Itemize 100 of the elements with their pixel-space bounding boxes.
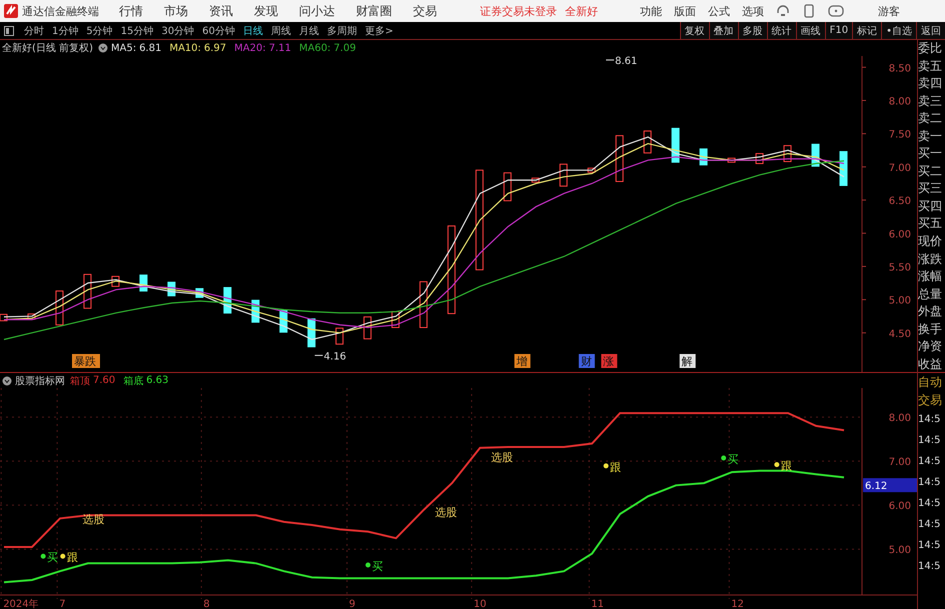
candlestick	[560, 164, 568, 187]
toolbar-button[interactable]: 多股	[738, 22, 767, 39]
menu-item[interactable]: 行情	[119, 2, 143, 20]
headset-icon[interactable]	[776, 4, 790, 18]
period-tab[interactable]: 15分钟	[116, 24, 158, 38]
quote-label: 净资	[918, 338, 943, 354]
legend-label: MA60:	[299, 42, 331, 54]
price-tag: 6.12	[863, 478, 917, 492]
quote-label: 收益	[918, 356, 943, 372]
menu-item[interactable]: 资讯	[209, 2, 233, 20]
signal-label: 选股	[491, 451, 514, 464]
candlestick	[84, 274, 92, 309]
message-icon[interactable]	[828, 5, 844, 17]
quote-label: 卖一	[918, 128, 943, 144]
axis-label: 5.50	[888, 262, 911, 274]
toolbar-button[interactable]: •自选	[881, 22, 916, 39]
axis-label: 10	[474, 599, 486, 609]
toolbar-button[interactable]: 复权	[680, 22, 709, 39]
trade-label: 交易	[918, 392, 943, 409]
legend-value: 7.09	[334, 42, 356, 54]
quote-label: 买三	[918, 180, 943, 196]
user-label[interactable]: 游客	[878, 4, 900, 18]
candlestick	[840, 151, 848, 186]
menu-item[interactable]: 问小达	[299, 2, 335, 20]
menu-item[interactable]: 版面	[674, 4, 696, 18]
menu-item[interactable]: 财富圈	[356, 2, 392, 20]
axis-label: 4.50	[888, 328, 911, 340]
trade-time: 14:5	[918, 455, 942, 469]
trade-time: 14:5	[918, 497, 942, 511]
period-tab[interactable]: 日线	[238, 24, 267, 38]
menu-item[interactable]: 市场	[164, 2, 188, 20]
period-tab[interactable]: 多周期	[322, 24, 361, 38]
period-tab[interactable]: 更多>	[360, 24, 398, 38]
axis-label: 8.50	[888, 63, 911, 74]
annotation: 8.61	[615, 56, 638, 67]
candlestick	[504, 172, 512, 202]
event-tag[interactable]: 财	[578, 354, 595, 368]
annotation: 4.16	[324, 351, 346, 362]
toolbar-button[interactable]: F10	[824, 22, 852, 39]
quote-label: 买一	[918, 145, 943, 162]
quote-label: 买四	[918, 198, 943, 214]
trade-time: 14:5	[918, 518, 942, 532]
app-logo-icon	[4, 4, 18, 18]
legend-label: MA20:	[234, 42, 266, 54]
axis-label: 9	[349, 599, 356, 609]
period-tab[interactable]: 5分钟	[82, 24, 117, 38]
legend-label: 箱底	[123, 374, 144, 388]
menu-item[interactable]: 选项	[742, 4, 764, 18]
candlestick	[644, 130, 652, 154]
trade-time: 14:5	[918, 560, 942, 574]
stock-name: 全新好	[565, 4, 598, 18]
event-tag[interactable]: 涨	[601, 354, 618, 368]
axis-label: 8.00	[888, 96, 911, 108]
menu-item[interactable]: 交易	[413, 2, 437, 20]
event-tag[interactable]: 增	[514, 354, 530, 368]
panel-toggle-icon[interactable]	[4, 26, 14, 36]
period-tab[interactable]: 分时	[20, 24, 48, 38]
login-notice[interactable]: 证券交易未登录	[480, 4, 557, 18]
axis-label: 12	[731, 599, 744, 609]
phone-icon[interactable]	[804, 4, 814, 18]
quote-label: 总量	[918, 286, 943, 302]
toolbar-button[interactable]: 画线	[796, 22, 825, 39]
period-tab[interactable]: 月线	[294, 24, 323, 38]
indicator-title: 股票指标网	[15, 374, 65, 388]
trade-time: 14:5	[918, 413, 942, 427]
axis-label: 6.00	[888, 229, 911, 240]
axis-label: 7.50	[888, 130, 911, 141]
quote-label: 现价	[918, 233, 943, 250]
quote-label: 涨幅	[918, 268, 943, 284]
signal-label: 选股	[435, 506, 458, 520]
quote-label: 卖五	[918, 58, 943, 74]
quote-label: 买五	[918, 215, 943, 232]
trade-time: 14:5	[918, 476, 942, 490]
period-tab[interactable]: 周线	[266, 24, 295, 38]
menu-item[interactable]: 公式	[708, 4, 730, 18]
legend-value: 7.11	[268, 42, 292, 54]
axis-label: 6.50	[888, 196, 911, 208]
quote-label: 换手	[918, 320, 943, 337]
period-tab[interactable]: 60分钟	[198, 24, 239, 38]
axis-label: 6.00	[888, 501, 911, 512]
quote-label: 外盘	[918, 303, 943, 320]
toolbar-button[interactable]: 叠加	[708, 22, 738, 39]
chart-title: 全新好(日线 前复权)	[2, 42, 93, 55]
axis-label: 11	[591, 599, 604, 609]
toolbar-button[interactable]: 返回	[916, 22, 945, 39]
event-tag[interactable]: 解	[680, 354, 696, 368]
legend-value: 6.97	[204, 42, 226, 54]
menu-item[interactable]: 发现	[254, 2, 278, 20]
quote-label: 委比	[918, 40, 943, 56]
legend-value: 6.81	[139, 42, 162, 54]
event-tag[interactable]: 暴跌	[72, 354, 100, 368]
legend-label: 箱顶	[70, 374, 90, 388]
period-tab[interactable]: 1分钟	[48, 24, 82, 38]
axis-label: 8.00	[888, 413, 911, 424]
period-tab[interactable]: 30分钟	[157, 24, 198, 38]
toolbar-button[interactable]: 统计	[766, 22, 796, 39]
toolbar-button[interactable]: 标记	[852, 22, 882, 39]
trade-time: 14:5	[918, 539, 942, 553]
menu-item[interactable]: 功能	[640, 4, 662, 18]
legend-label: MA10:	[169, 42, 202, 54]
